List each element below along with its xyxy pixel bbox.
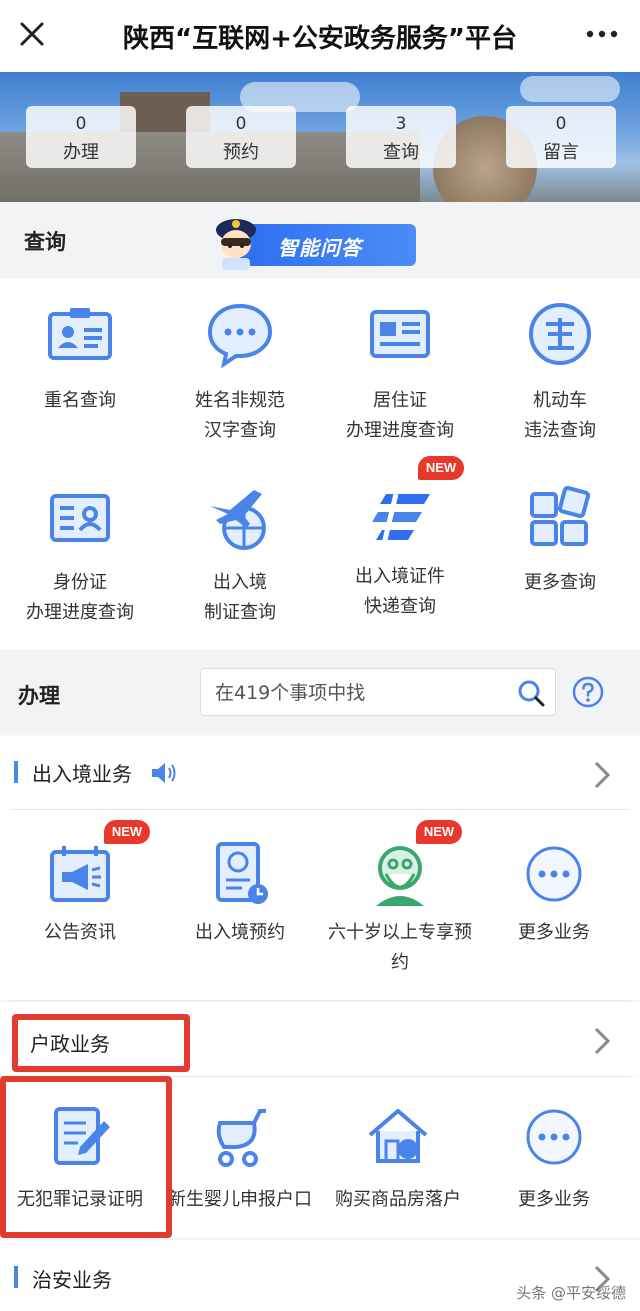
stat-number: 3: [395, 114, 407, 134]
query-item-vehicle-violation[interactable]: 机动车 违法查询: [480, 278, 640, 464]
service-item-label: 出入境预约: [195, 922, 285, 943]
id-card-outline-icon: [50, 494, 110, 542]
query-grid: 重名查询 姓名非规范 汉字查询 居住证 办理进度查询 机动车 违法查询 身份证 …: [0, 278, 640, 650]
search-input[interactable]: [215, 677, 505, 709]
search-box[interactable]: [200, 668, 556, 716]
query-item-residence[interactable]: 居住证 办理进度查询: [320, 278, 480, 464]
service-item-label: 更多业务: [518, 1189, 590, 1210]
residence-card-icon: [370, 310, 430, 358]
handle-section-title: 办理: [18, 684, 60, 708]
more-dots-icon: [526, 1109, 582, 1165]
category-accent-bar: [14, 761, 18, 783]
query-item-id-progress[interactable]: 身份证 办理进度查询: [0, 464, 160, 650]
chevron-right-icon[interactable]: [592, 1026, 612, 1056]
query-item-label: 出入境: [213, 572, 267, 593]
watermark: 头条 @平安绥德: [516, 1284, 626, 1302]
service-item-label: 约: [391, 952, 409, 973]
help-icon[interactable]: [572, 676, 604, 708]
query-item-label: 汉字查询: [204, 420, 276, 441]
query-item-duplicate-name[interactable]: 重名查询: [0, 278, 160, 464]
service-item-appointment[interactable]: 出入境预约: [160, 810, 320, 1000]
stat-label: 查询: [383, 142, 419, 163]
query-item-name-chars[interactable]: 姓名非规范 汉字查询: [160, 278, 320, 464]
stat-number: 0: [75, 114, 87, 134]
category-name: 治安业务: [32, 1268, 112, 1292]
passport-icon: [216, 842, 268, 904]
service-item-label: 购买商品房落户: [335, 1189, 461, 1210]
search-icon[interactable]: [517, 679, 545, 707]
page-title: 陕西“互联网+公安政务服务”平台: [123, 24, 517, 54]
query-item-label: 办理进度查询: [26, 602, 134, 623]
query-item-label: 身份证: [53, 572, 107, 593]
service-item-senior[interactable]: NEW 六十岁以上专享预 约: [320, 810, 480, 1000]
service-item-newborn[interactable]: 新生婴儿申报户口: [160, 1077, 320, 1237]
category-name: 出入境业务: [32, 762, 132, 786]
category-accent-bar: [14, 1266, 18, 1288]
more-menu-icon[interactable]: [582, 22, 622, 46]
announcement-icon: [50, 846, 110, 902]
postal-icon: [372, 493, 430, 545]
service-item-more[interactable]: 更多业务: [474, 1077, 634, 1237]
query-item-label: 姓名非规范: [195, 390, 285, 411]
ai-qa-button[interactable]: 智能问答: [212, 210, 418, 270]
grid-icon: [530, 485, 591, 546]
elder-icon: [376, 846, 424, 906]
chat-bubble-icon: [207, 303, 273, 368]
service-item-label: 更多业务: [518, 922, 590, 943]
service-item-label: 六十岁以上专享预: [328, 922, 472, 943]
service-item-more[interactable]: 更多业务: [474, 810, 634, 1000]
query-item-express[interactable]: NEW 出入境证件 快递查询: [320, 456, 480, 650]
query-item-exit-entry-cert[interactable]: 出入境 制证查询: [160, 464, 320, 650]
ai-qa-pill: 智能问答: [240, 224, 416, 266]
airplane-globe-icon: [210, 490, 266, 550]
query-item-more[interactable]: 更多查询: [480, 464, 640, 650]
service-item-house-purchase[interactable]: 购买商品房落户: [318, 1077, 478, 1237]
query-item-label: 办理进度查询: [346, 420, 454, 441]
query-item-label: 居住证: [373, 390, 427, 411]
query-section-title: 查询: [24, 230, 66, 254]
stat-appointment[interactable]: 0 预约: [186, 106, 296, 168]
query-item-label: 出入境证件: [355, 566, 445, 587]
highlight-box: [12, 1014, 190, 1072]
close-icon[interactable]: [14, 16, 50, 52]
stat-label: 留言: [543, 142, 579, 163]
service-item-announcement[interactable]: NEW 公告资讯: [0, 810, 160, 1000]
query-item-label: 违法查询: [524, 420, 596, 441]
house-icon: [368, 1109, 428, 1163]
category-exit-entry[interactable]: 出入境业务: [0, 736, 640, 810]
police-avatar-icon: [216, 219, 256, 270]
query-item-label: 重名查询: [44, 390, 116, 411]
cloud-shape: [520, 76, 620, 102]
query-item-label: 制证查询: [204, 602, 276, 623]
speaker-icon[interactable]: [150, 760, 178, 786]
chevron-right-icon[interactable]: [592, 760, 612, 790]
exit-entry-grid: NEW 公告资讯 出入境预约 NEW 六十岁以上专享预 约 更多业务: [0, 810, 640, 1000]
query-item-label: 机动车: [533, 390, 587, 411]
violation-icon: [529, 303, 591, 365]
stat-query[interactable]: 3 查询: [346, 106, 456, 168]
service-item-label: 公告资讯: [44, 922, 116, 943]
new-badge: NEW: [418, 456, 464, 480]
more-dots-icon: [526, 846, 582, 902]
stat-message[interactable]: 0 留言: [506, 106, 616, 168]
new-badge: NEW: [416, 820, 462, 844]
divider: [10, 1000, 630, 1001]
query-section-header: 查询 智能问答: [0, 202, 640, 278]
query-item-label: 快递查询: [364, 596, 436, 617]
ai-qa-label: 智能问答: [278, 236, 362, 260]
new-badge: NEW: [104, 820, 150, 844]
service-item-label: 新生婴儿申报户口: [168, 1189, 312, 1210]
stat-handle[interactable]: 0 办理: [26, 106, 136, 168]
id-card-icon: [48, 308, 112, 360]
baby-stroller-icon: [216, 1109, 266, 1167]
stat-number: 0: [235, 114, 247, 134]
stat-label: 办理: [63, 142, 99, 163]
top-bar: 陕西“互联网+公安政务服务”平台: [0, 0, 640, 72]
stat-label: 预约: [223, 142, 259, 163]
query-item-label: 更多查询: [524, 572, 596, 593]
hero-banner: 0 办理 0 预约 3 查询 0 留言: [0, 72, 640, 202]
stat-number: 0: [555, 114, 567, 134]
highlight-box: [0, 1076, 172, 1238]
